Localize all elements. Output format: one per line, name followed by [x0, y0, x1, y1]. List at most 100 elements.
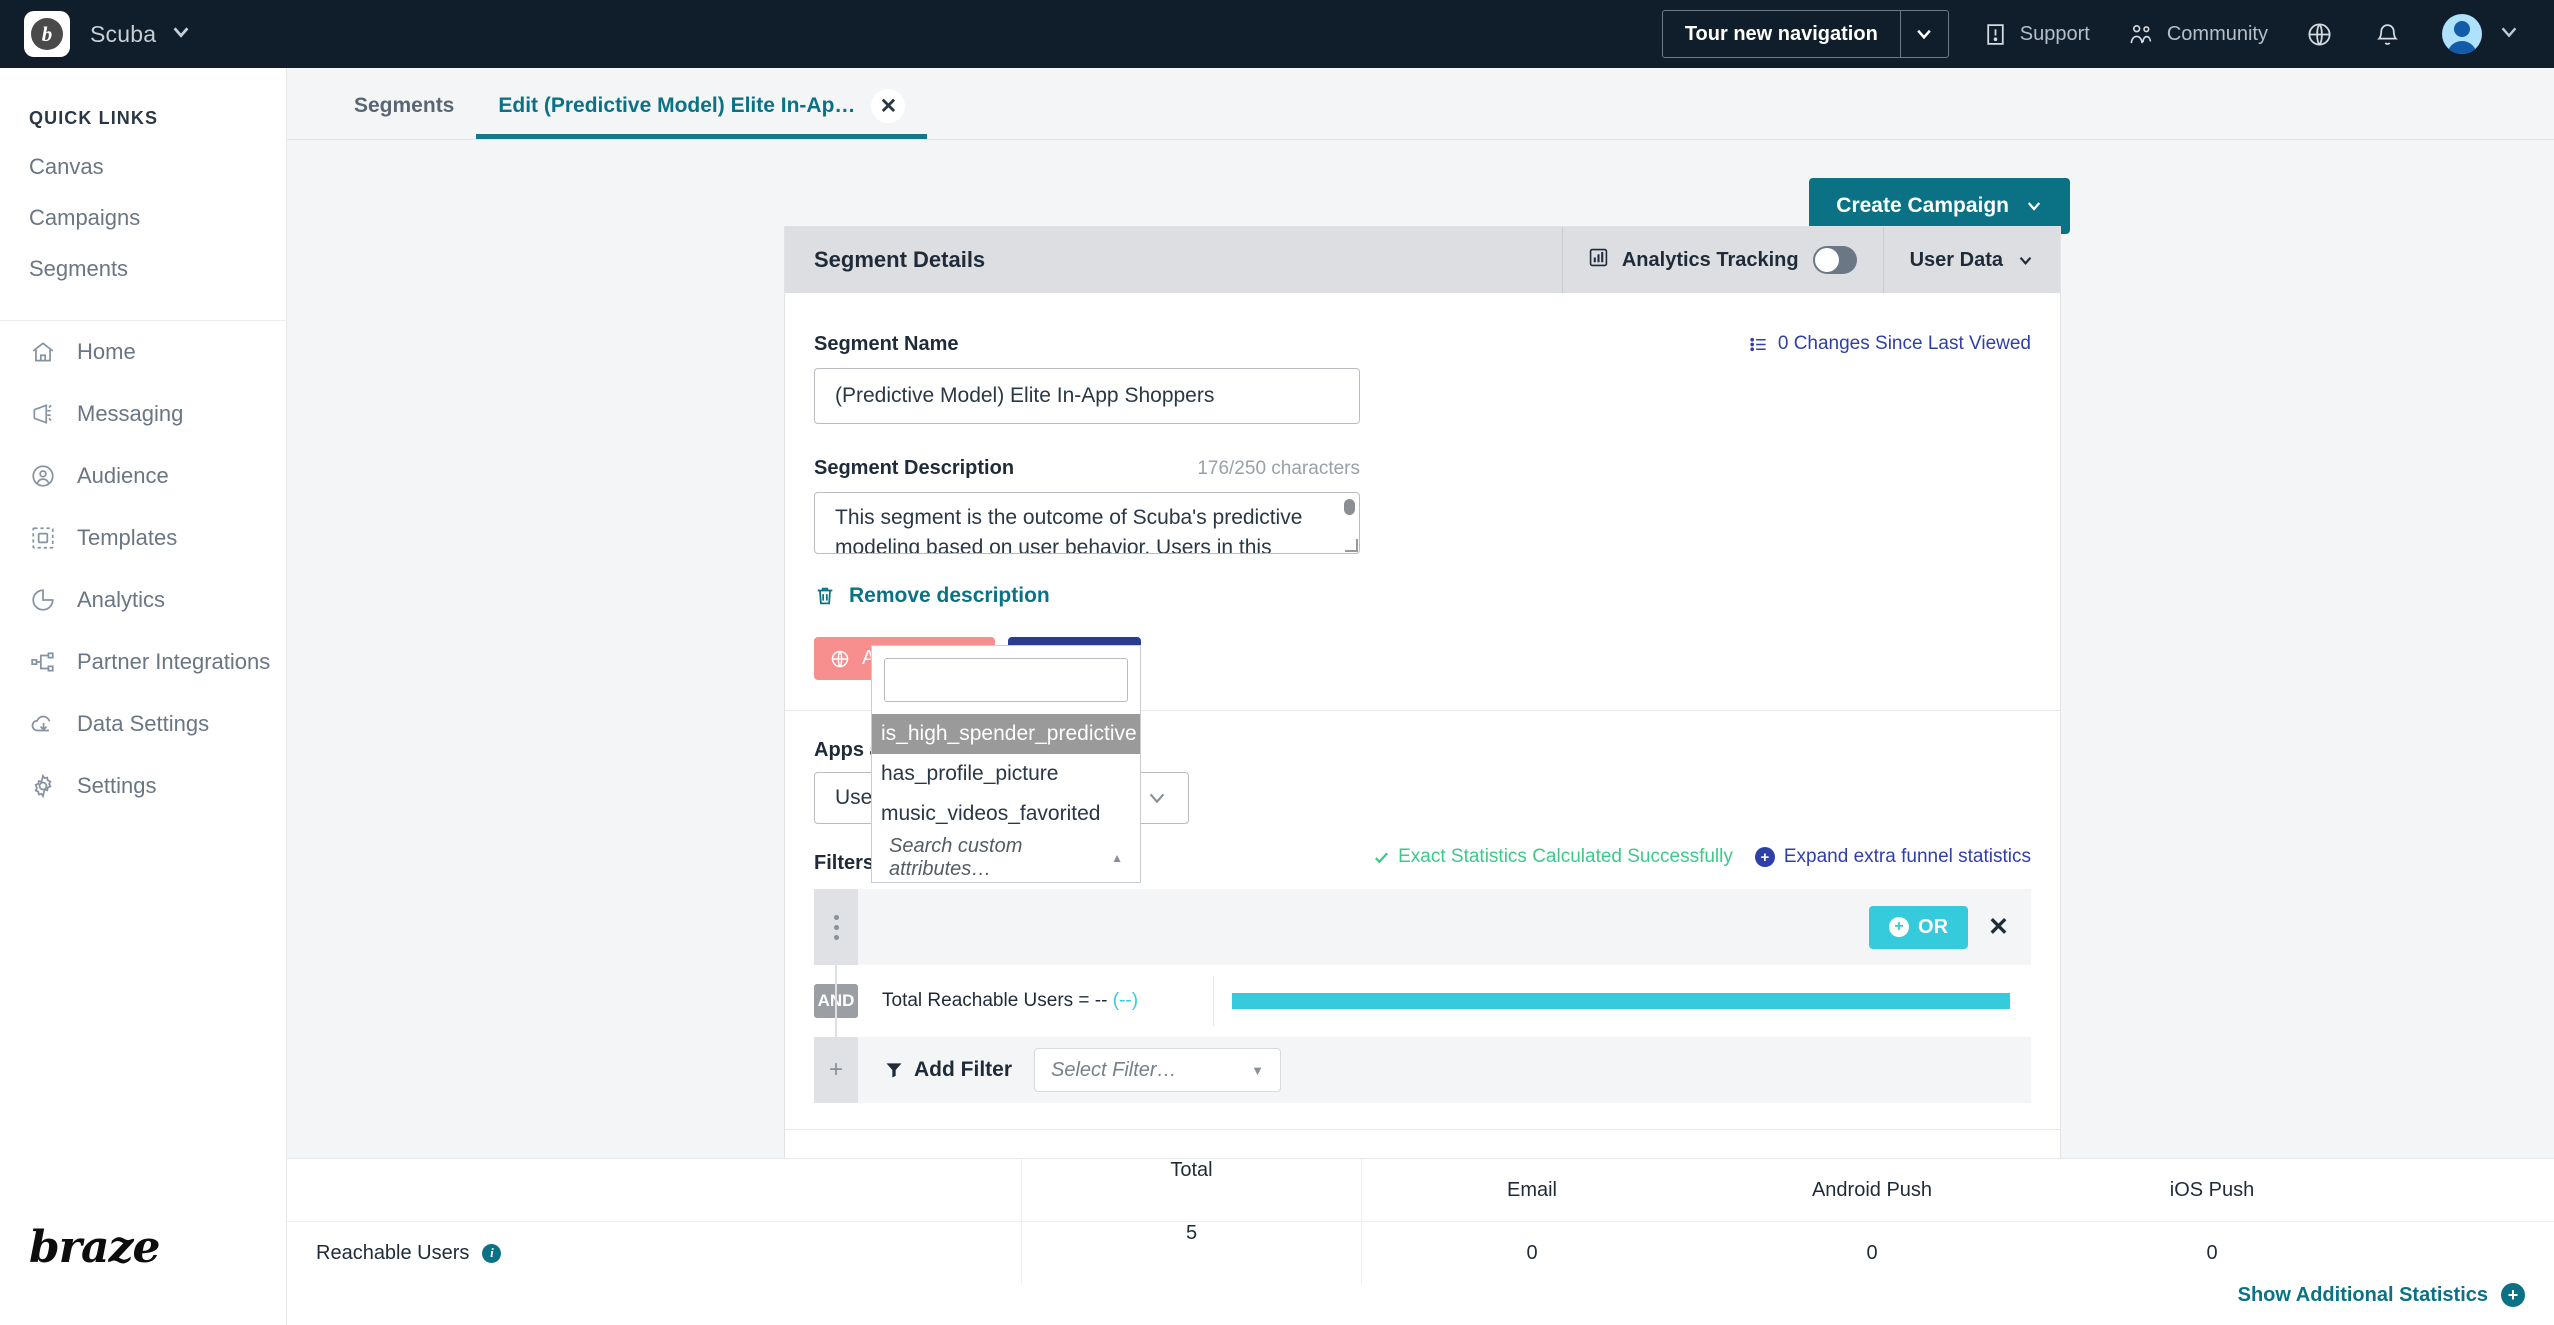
home-icon: [29, 338, 57, 366]
sidebar-label: Templates: [77, 525, 178, 550]
segment-description-header: Segment Description 176/250 characters: [814, 457, 1360, 480]
cell-android-push: 0: [1866, 1241, 1878, 1264]
table-header-blank: [287, 1159, 1022, 1221]
analytics-tracking-control[interactable]: Analytics Tracking: [1561, 227, 1883, 293]
reachable-label: Total Reachable Users = --: [882, 990, 1108, 1011]
add-filter-handle-icon[interactable]: +: [814, 1037, 858, 1103]
connector-line: [835, 963, 837, 1039]
description-char-counter: 176/250 characters: [1197, 458, 1360, 479]
user-data-label: User Data: [1909, 248, 2003, 271]
dropdown-footer-search[interactable]: Search custom attributes… ▲: [872, 834, 1140, 882]
tab-segments[interactable]: Segments: [332, 73, 476, 139]
select-filter-dropdown[interactable]: Select Filter… ▼: [1034, 1048, 1281, 1092]
vertical-divider: [1213, 976, 1215, 1026]
sidebar-item-templates[interactable]: Templates: [0, 507, 286, 569]
filter-row-actions: + OR ✕: [1869, 905, 2031, 949]
segment-name-value: (Predictive Model) Elite In-App Shoppers: [835, 384, 1215, 407]
resize-handle-icon[interactable]: [1345, 539, 1358, 552]
sidebar-item-data-settings[interactable]: Data Settings: [0, 693, 286, 755]
tab-label: Segments: [354, 94, 455, 117]
select-filter-placeholder: Select Filter…: [1051, 1058, 1177, 1081]
avatar-body: [2447, 41, 2477, 54]
pie-chart-icon: [29, 586, 57, 614]
bar-chart-icon: [1589, 248, 1608, 273]
expand-funnel-statistics-link[interactable]: + Expand extra funnel statistics: [1754, 846, 2031, 868]
sidebar-label: Settings: [77, 773, 157, 798]
remove-description-button[interactable]: Remove description: [814, 584, 2060, 608]
tour-label: Tour new navigation: [1684, 22, 1878, 45]
info-icon[interactable]: i: [482, 1243, 502, 1263]
plus-circle-icon: +: [2501, 1283, 2525, 1307]
sidebar-item-analytics[interactable]: Analytics: [0, 569, 286, 631]
megaphone-icon: [29, 400, 57, 428]
create-campaign-row: Create Campaign: [287, 140, 2554, 234]
caret-down-icon: ▼: [1251, 1062, 1264, 1078]
chevron-down-icon[interactable]: [2498, 21, 2520, 48]
add-or-button[interactable]: + OR: [1869, 905, 1969, 949]
reachable-users-bar: [1232, 993, 2011, 1009]
segment-description-textarea[interactable]: This segment is the outcome of Scuba's p…: [814, 492, 1360, 554]
sidebar-item-home[interactable]: Home: [0, 321, 286, 383]
chevron-down-icon[interactable]: [1899, 11, 1948, 57]
drag-handle-icon[interactable]: [814, 889, 858, 965]
sidebar-item-segments[interactable]: Segments: [29, 256, 286, 282]
bell-icon[interactable]: [2375, 21, 2400, 48]
sidebar-item-campaigns[interactable]: Campaigns: [29, 205, 286, 231]
tour-new-navigation-button[interactable]: Tour new navigation: [1661, 10, 1949, 58]
custom-attributes-dropdown[interactable]: is_high_spender_predictive has_profile_p…: [871, 645, 1141, 883]
add-filter-label: Add Filter: [914, 1058, 1012, 1081]
close-icon[interactable]: ✕: [871, 89, 906, 123]
sidebar: QUICK LINKS Canvas Campaigns Segments Ho…: [0, 68, 287, 1325]
dropdown-search-input[interactable]: [884, 658, 1128, 702]
integrations-icon: [29, 648, 57, 676]
chevron-down-icon: [1149, 793, 1165, 804]
braze-wordmark: braze: [29, 1222, 160, 1273]
sidebar-item-partner-integrations[interactable]: Partner Integrations: [0, 631, 286, 693]
dropdown-option-has-profile-picture[interactable]: has_profile_picture: [872, 754, 1140, 794]
remove-filter-button[interactable]: ✕: [1988, 912, 2009, 942]
changes-since-last-viewed-link[interactable]: 0 Changes Since Last Viewed: [1749, 333, 2031, 355]
avatar[interactable]: [2442, 14, 2482, 54]
people-icon: [2128, 22, 2155, 47]
dropdown-footer-placeholder: Search custom attributes…: [889, 835, 1023, 880]
statistics-table: Total Email Android Push iOS Push Reacha…: [287, 1158, 2554, 1325]
tab-label: Edit (Predictive Model) Elite In-Ap…: [498, 94, 856, 117]
plus-circle-icon: +: [1889, 917, 1910, 937]
add-filter-row: + Add Filter Select Filter… ▼: [814, 1037, 2031, 1103]
sidebar-item-audience[interactable]: Audience: [0, 445, 286, 507]
support-link[interactable]: Support: [1983, 22, 2090, 47]
community-link[interactable]: Community: [2128, 22, 2268, 47]
segment-name-input[interactable]: (Predictive Model) Elite In-App Shoppers: [814, 368, 1360, 424]
globe-icon[interactable]: [2306, 21, 2333, 48]
option-label: is_high_spender_predictive: [881, 722, 1137, 745]
option-label: has_profile_picture: [881, 762, 1059, 785]
dropdown-option-music-videos-favorited[interactable]: music_videos_favorited: [872, 794, 1140, 834]
tab-edit-segment[interactable]: Edit (Predictive Model) Elite In-Ap… ✕: [476, 73, 928, 139]
avatar-head: [2454, 21, 2470, 37]
toggle-knob: [1814, 248, 1839, 272]
cloud-download-icon: [29, 710, 57, 738]
sidebar-item-settings[interactable]: Settings: [0, 755, 286, 817]
dropdown-option-is-high-spender-predictive[interactable]: is_high_spender_predictive: [872, 714, 1140, 754]
alert-doc-icon: [1983, 22, 2008, 47]
user-data-dropdown[interactable]: User Data: [1882, 227, 2060, 293]
filter-row: + OR ✕: [814, 889, 2031, 965]
textarea-scrollbar[interactable]: [1344, 499, 1355, 515]
user-circle-icon: [29, 462, 57, 490]
sidebar-item-messaging[interactable]: Messaging: [0, 383, 286, 445]
table-header-total: Total: [1022, 1159, 1362, 1221]
filter-icon: [886, 1063, 902, 1078]
and-row: AND Total Reachable Users = -- (--): [814, 963, 2031, 1039]
brand-switcher[interactable]: b Scuba: [24, 11, 192, 57]
exact-statistics-status: Exact Statistics Calculated Successfully: [1373, 846, 1733, 868]
analytics-tracking-toggle[interactable]: [1812, 246, 1857, 274]
gear-icon: [29, 772, 57, 800]
add-filter-label-group: Add Filter: [884, 1058, 1012, 1082]
table-header-ios-push: iOS Push: [2169, 1178, 2255, 1201]
table-header-android-push: Android Push: [1811, 1178, 1933, 1201]
remove-description-label: Remove description: [849, 584, 1050, 607]
chevron-down-icon[interactable]: [170, 21, 192, 48]
show-additional-statistics-button[interactable]: Show Additional Statistics +: [2238, 1283, 2525, 1307]
sidebar-item-canvas[interactable]: Canvas: [29, 154, 286, 180]
top-navigation-bar: b Scuba Tour new navigation Support Comm…: [0, 0, 2554, 68]
